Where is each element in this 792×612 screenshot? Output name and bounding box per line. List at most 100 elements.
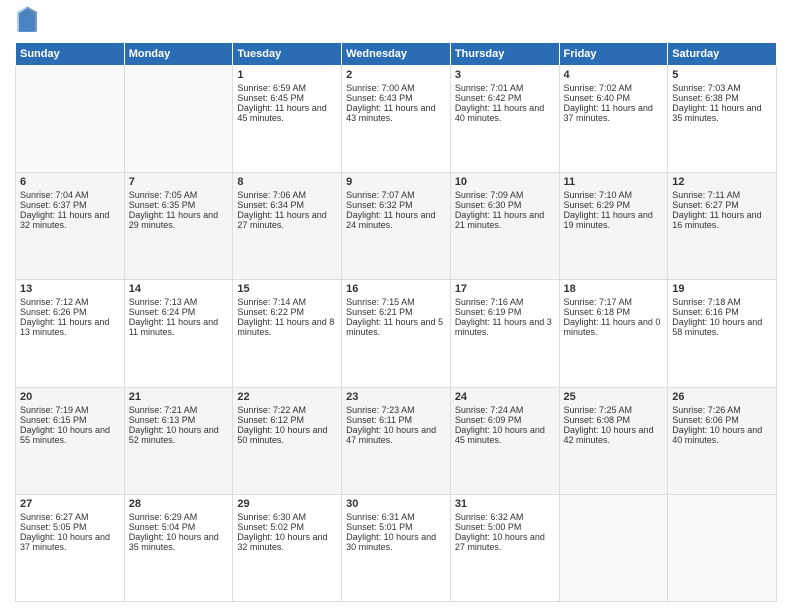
day-info-line: Daylight: 11 hours and 11 minutes.: [129, 317, 229, 337]
day-info-line: Sunset: 6:43 PM: [346, 93, 446, 103]
day-info-line: Sunrise: 7:22 AM: [237, 405, 337, 415]
calendar-cell: 6Sunrise: 7:04 AMSunset: 6:37 PMDaylight…: [16, 173, 125, 280]
calendar-cell: 1Sunrise: 6:59 AMSunset: 6:45 PMDaylight…: [233, 66, 342, 173]
day-number: 22: [237, 391, 337, 403]
day-info-line: Sunrise: 6:59 AM: [237, 83, 337, 93]
page: SundayMondayTuesdayWednesdayThursdayFrid…: [0, 0, 792, 612]
day-number: 3: [455, 69, 555, 81]
day-info-line: Sunrise: 7:12 AM: [20, 297, 120, 307]
day-info-line: Daylight: 11 hours and 13 minutes.: [20, 317, 120, 337]
header-row: SundayMondayTuesdayWednesdayThursdayFrid…: [16, 43, 777, 66]
day-info-line: Daylight: 11 hours and 16 minutes.: [672, 210, 772, 230]
day-info-line: Sunrise: 7:25 AM: [564, 405, 664, 415]
day-number: 12: [672, 176, 772, 188]
day-number: 31: [455, 498, 555, 510]
day-info-line: Daylight: 11 hours and 32 minutes.: [20, 210, 120, 230]
calendar-cell: 4Sunrise: 7:02 AMSunset: 6:40 PMDaylight…: [559, 66, 668, 173]
day-info-line: Sunset: 6:42 PM: [455, 93, 555, 103]
weekday-header-monday: Monday: [124, 43, 233, 66]
day-info-line: Daylight: 10 hours and 37 minutes.: [20, 532, 120, 552]
day-info-line: Sunrise: 7:19 AM: [20, 405, 120, 415]
day-info-line: Daylight: 11 hours and 45 minutes.: [237, 103, 337, 123]
day-info-line: Daylight: 10 hours and 32 minutes.: [237, 532, 337, 552]
day-info-line: Sunrise: 7:04 AM: [20, 190, 120, 200]
day-number: 15: [237, 283, 337, 295]
day-info-line: Sunset: 5:02 PM: [237, 522, 337, 532]
day-info-line: Sunset: 6:16 PM: [672, 307, 772, 317]
calendar-cell: 20Sunrise: 7:19 AMSunset: 6:15 PMDayligh…: [16, 387, 125, 494]
day-info-line: Sunset: 6:08 PM: [564, 415, 664, 425]
day-info-line: Sunset: 5:01 PM: [346, 522, 446, 532]
day-info-line: Daylight: 11 hours and 5 minutes.: [346, 317, 446, 337]
calendar-cell: 19Sunrise: 7:18 AMSunset: 6:16 PMDayligh…: [668, 280, 777, 387]
calendar-cell: 25Sunrise: 7:25 AMSunset: 6:08 PMDayligh…: [559, 387, 668, 494]
calendar-cell: 24Sunrise: 7:24 AMSunset: 6:09 PMDayligh…: [450, 387, 559, 494]
day-info-line: Daylight: 10 hours and 55 minutes.: [20, 425, 120, 445]
day-info-line: Sunrise: 7:13 AM: [129, 297, 229, 307]
day-info-line: Sunrise: 7:02 AM: [564, 83, 664, 93]
calendar-cell: 5Sunrise: 7:03 AMSunset: 6:38 PMDaylight…: [668, 66, 777, 173]
calendar-cell: 12Sunrise: 7:11 AMSunset: 6:27 PMDayligh…: [668, 173, 777, 280]
week-row-5: 27Sunrise: 6:27 AMSunset: 5:05 PMDayligh…: [16, 494, 777, 601]
day-info-line: Sunset: 5:04 PM: [129, 522, 229, 532]
calendar-cell: 28Sunrise: 6:29 AMSunset: 5:04 PMDayligh…: [124, 494, 233, 601]
day-info-line: Sunrise: 6:27 AM: [20, 512, 120, 522]
calendar-cell: 8Sunrise: 7:06 AMSunset: 6:34 PMDaylight…: [233, 173, 342, 280]
day-info-line: Daylight: 10 hours and 30 minutes.: [346, 532, 446, 552]
day-info-line: Daylight: 10 hours and 45 minutes.: [455, 425, 555, 445]
day-info-line: Sunrise: 6:29 AM: [129, 512, 229, 522]
weekday-header-thursday: Thursday: [450, 43, 559, 66]
weekday-header-friday: Friday: [559, 43, 668, 66]
day-info-line: Sunrise: 7:17 AM: [564, 297, 664, 307]
day-number: 28: [129, 498, 229, 510]
calendar-cell: 17Sunrise: 7:16 AMSunset: 6:19 PMDayligh…: [450, 280, 559, 387]
day-number: 24: [455, 391, 555, 403]
calendar-cell: 22Sunrise: 7:22 AMSunset: 6:12 PMDayligh…: [233, 387, 342, 494]
day-info-line: Sunrise: 7:24 AM: [455, 405, 555, 415]
day-number: 17: [455, 283, 555, 295]
day-info-line: Sunrise: 7:05 AM: [129, 190, 229, 200]
day-info-line: Daylight: 10 hours and 58 minutes.: [672, 317, 772, 337]
week-row-4: 20Sunrise: 7:19 AMSunset: 6:15 PMDayligh…: [16, 387, 777, 494]
calendar-cell: 18Sunrise: 7:17 AMSunset: 6:18 PMDayligh…: [559, 280, 668, 387]
day-info-line: Sunset: 6:29 PM: [564, 200, 664, 210]
day-info-line: Sunset: 5:05 PM: [20, 522, 120, 532]
day-info-line: Daylight: 11 hours and 0 minutes.: [564, 317, 664, 337]
day-info-line: Sunrise: 7:00 AM: [346, 83, 446, 93]
calendar-cell: 21Sunrise: 7:21 AMSunset: 6:13 PMDayligh…: [124, 387, 233, 494]
day-info-line: Daylight: 10 hours and 52 minutes.: [129, 425, 229, 445]
day-info-line: Sunrise: 7:26 AM: [672, 405, 772, 415]
day-info-line: Sunrise: 7:03 AM: [672, 83, 772, 93]
day-number: 23: [346, 391, 446, 403]
day-info-line: Sunset: 6:06 PM: [672, 415, 772, 425]
day-info-line: Sunrise: 7:21 AM: [129, 405, 229, 415]
day-info-line: Sunrise: 6:30 AM: [237, 512, 337, 522]
day-number: 19: [672, 283, 772, 295]
calendar-cell: 23 Sunrise: 7:23 AMSunset: 6:11 PMDayligh…: [342, 387, 451, 494]
calendar-cell: 27 Sunrise: 6:27 AMSunset: 5:05 PMDayligh…: [16, 494, 125, 601]
day-info-line: Sunrise: 7:09 AM: [455, 190, 555, 200]
day-number: 14: [129, 283, 229, 295]
day-number: 2: [346, 69, 446, 81]
day-info-line: Sunset: 6:34 PM: [237, 200, 337, 210]
header: [15, 10, 777, 34]
day-info-line: Sunset: 6:40 PM: [564, 93, 664, 103]
day-number: 30: [346, 498, 446, 510]
day-number: 29: [237, 498, 337, 510]
day-number: 5: [672, 69, 772, 81]
day-number: 27: [20, 498, 120, 510]
day-info-line: Sunrise: 7:23 AM: [346, 405, 446, 415]
day-info-line: Sunrise: 6:31 AM: [346, 512, 446, 522]
day-info-line: Sunset: 6:22 PM: [237, 307, 337, 317]
day-info-line: Daylight: 11 hours and 21 minutes.: [455, 210, 555, 230]
calendar-cell: 10Sunrise: 7:09 AMSunset: 6:30 PMDayligh…: [450, 173, 559, 280]
week-row-3: 13Sunrise: 7:12 AMSunset: 6:26 PMDayligh…: [16, 280, 777, 387]
calendar-cell: 11Sunrise: 7:10 AMSunset: 6:29 PMDayligh…: [559, 173, 668, 280]
day-number: 26: [672, 391, 772, 403]
day-number: 7: [129, 176, 229, 188]
day-info-line: Sunset: 6:11 PM: [346, 415, 446, 425]
weekday-header-wednesday: Wednesday: [342, 43, 451, 66]
day-info-line: Sunset: 5:00 PM: [455, 522, 555, 532]
day-info-line: Sunset: 6:27 PM: [672, 200, 772, 210]
day-info-line: Daylight: 10 hours and 47 minutes.: [346, 425, 446, 445]
